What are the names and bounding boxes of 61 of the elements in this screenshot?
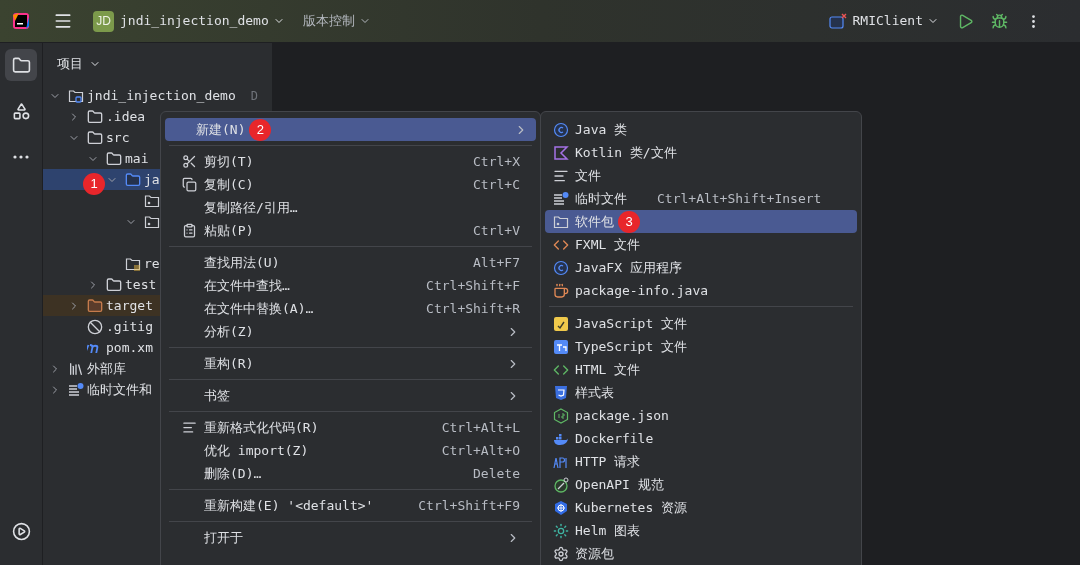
menu-label: 删除(D)… xyxy=(204,464,262,483)
menu-label: HTML 文件 xyxy=(575,360,641,379)
shortcut-text: Ctrl+Shift+R xyxy=(426,299,520,318)
tree-label: mai xyxy=(125,149,149,168)
step-badge: 2 xyxy=(249,118,272,141)
menu-label: 优化 import(Z) xyxy=(204,441,309,460)
shortcut-text: Ctrl+Shift+F xyxy=(426,276,520,295)
shortcut-text: Ctrl+Alt+Shift+Insert xyxy=(657,189,822,208)
menu-label: package.json xyxy=(575,406,669,425)
menu-label: Helm 图表 xyxy=(575,521,641,540)
shortcut-text: Ctrl+Alt+O xyxy=(441,441,520,460)
tree-label: .idea xyxy=(106,107,146,126)
menu-label: package-info.java xyxy=(575,281,709,300)
menu-label: 文件 xyxy=(575,166,601,185)
tree-label: target xyxy=(106,296,153,315)
menu-label: 重新构建(E) '<default>' xyxy=(204,496,374,515)
step-badge: 3 xyxy=(618,210,640,233)
menu-label: 剪切(T) xyxy=(204,152,254,171)
menu-label: 软件包 xyxy=(575,212,614,231)
tree-hint: D xyxy=(250,87,258,105)
tree-label: ja xyxy=(144,170,160,189)
tree-label: 外部库 xyxy=(87,359,126,378)
menu-label: 新建(N) xyxy=(196,120,246,139)
menu-label: 样式表 xyxy=(575,383,614,402)
menu-label: 粘贴(P) xyxy=(204,221,254,240)
menu-label: JavaFX 应用程序 xyxy=(575,258,682,277)
menu-label: Kotlin 类/文件 xyxy=(575,143,677,162)
menu-label: HTTP 请求 xyxy=(575,452,641,471)
shortcut-text: Ctrl+V xyxy=(473,221,520,240)
menu-label: 复制路径/引用… xyxy=(204,198,298,217)
shortcut-text: Delete xyxy=(473,464,520,483)
tree-label: jndi_injection_demo xyxy=(87,86,236,105)
menu-label: Dockerfile xyxy=(575,429,654,448)
menu-label: 资源包 xyxy=(575,544,614,563)
step-badge: 1 xyxy=(83,173,105,195)
tree-label: src xyxy=(106,128,130,147)
menu-label: 查找用法(U) xyxy=(204,253,280,272)
tree-label: test xyxy=(125,275,157,294)
menu-label: 临时文件 xyxy=(575,189,627,208)
tree-label: .gitig xyxy=(106,317,153,336)
menu-label: FXML 文件 xyxy=(575,235,641,254)
menu-label: Kubernetes 资源 xyxy=(575,498,688,517)
menu-label: 重构(R) xyxy=(204,354,254,373)
tree-label: pom.xm xyxy=(106,338,153,357)
shortcut-text: Alt+F7 xyxy=(473,253,520,272)
menu-label: 重新格式化代码(R) xyxy=(204,418,319,437)
menu-label: Java 类 xyxy=(575,120,628,139)
menu-label: 书签 xyxy=(204,386,230,405)
menu-label: 在文件中查找… xyxy=(204,276,290,295)
tree-label: re xyxy=(144,254,160,273)
project-badge: JD xyxy=(93,10,114,32)
shortcut-text: Ctrl+Alt+L xyxy=(441,418,520,437)
menu-label: JavaScript 文件 xyxy=(575,314,688,333)
shortcut-text: Ctrl+X xyxy=(473,152,520,171)
menu-label: 分析(Z) xyxy=(204,322,254,341)
menu-label: TypeScript 文件 xyxy=(575,337,688,356)
menu-label: 打开于 xyxy=(204,528,243,547)
shortcut-text: Ctrl+C xyxy=(473,175,520,194)
shortcut-text: Ctrl+Shift+F9 xyxy=(418,496,520,515)
menu-label: OpenAPI 规范 xyxy=(575,475,664,494)
tree-label: 临时文件和 xyxy=(87,380,152,399)
